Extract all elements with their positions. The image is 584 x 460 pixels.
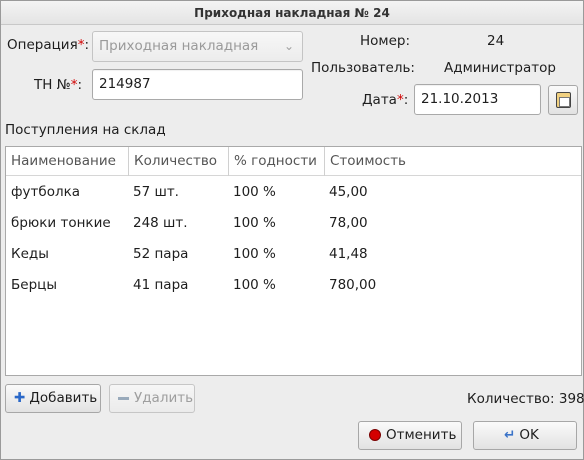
table-row[interactable]: футболка 57 шт. 100 % 45,00: [6, 177, 581, 208]
column-header-condition[interactable]: % годности: [228, 147, 324, 176]
cell-quantity: 52 пара: [133, 246, 189, 262]
date-label-text: Дата: [362, 92, 397, 108]
cell-cost: 780,00: [329, 277, 377, 293]
chevron-down-icon: ⌄: [283, 39, 294, 53]
required-mark: *: [396, 92, 404, 108]
operation-combo[interactable]: Приходная накладная ⌄: [92, 31, 303, 62]
invoice-dialog: Приходная накладная № 24 Операция*: Прих…: [0, 0, 584, 460]
operation-label-text: Операция: [7, 37, 78, 53]
user-value: Администратор: [444, 60, 556, 76]
enter-arrow-icon: ↵: [504, 427, 516, 443]
number-value: 24: [487, 33, 505, 49]
cell-quantity: 41 пара: [133, 277, 189, 293]
date-label: Дата*:: [362, 92, 409, 108]
minus-icon: [118, 396, 129, 400]
required-mark: *: [77, 37, 85, 53]
column-header-quantity[interactable]: Количество: [128, 147, 228, 176]
column-header-name[interactable]: Наименование: [6, 147, 128, 176]
cell-quantity: 57 шт.: [133, 184, 179, 200]
delete-button[interactable]: Удалить: [109, 384, 195, 413]
cell-cost: 78,00: [329, 215, 368, 231]
ok-button[interactable]: ↵ OK: [473, 421, 577, 450]
date-input[interactable]: 21.10.2013: [414, 84, 541, 115]
cell-name: брюки тонкие: [11, 215, 111, 231]
plus-icon: ✚: [14, 390, 26, 406]
item-count: Количество: 398: [467, 391, 584, 407]
delete-button-label: Удалить: [134, 390, 194, 406]
cell-name: Берцы: [11, 277, 57, 293]
tn-number-input[interactable]: 214987: [92, 69, 303, 100]
column-header-cost[interactable]: Стоимость: [324, 147, 581, 176]
table-row[interactable]: Кеды 52 пара 100 % 41,48: [6, 239, 581, 270]
window-title: Приходная накладная № 24: [1, 1, 583, 25]
cell-name: футболка: [11, 184, 81, 200]
cell-cost: 41,48: [329, 246, 368, 262]
cell-condition: 100 %: [233, 277, 276, 293]
cell-quantity: 248 шт.: [133, 215, 188, 231]
receipts-table[interactable]: Наименование Количество % годности Стоим…: [5, 146, 582, 376]
tn-label-text: ТН №: [34, 77, 71, 93]
cancel-button-label: Отменить: [386, 427, 457, 443]
cell-condition: 100 %: [233, 184, 276, 200]
add-button[interactable]: ✚ Добавить: [5, 384, 101, 413]
cell-name: Кеды: [11, 246, 49, 262]
required-mark: *: [70, 77, 78, 93]
operation-combo-value: Приходная накладная: [99, 38, 259, 54]
table-row[interactable]: брюки тонкие 248 шт. 100 % 78,00: [6, 208, 581, 239]
stop-icon: [369, 429, 381, 441]
table-row[interactable]: Берцы 41 пара 100 % 780,00: [6, 270, 581, 301]
tn-label: ТН №*:: [34, 77, 83, 93]
user-label: Пользователь:: [311, 60, 415, 76]
cancel-button[interactable]: Отменить: [358, 421, 462, 450]
section-title: Поступления на склад: [5, 122, 166, 138]
operation-label: Операция*:: [7, 37, 89, 53]
table-header: Наименование Количество % годности Стоим…: [6, 147, 581, 176]
ok-button-label: OK: [519, 427, 539, 443]
cell-condition: 100 %: [233, 215, 276, 231]
number-label: Номер:: [360, 33, 411, 49]
cell-condition: 100 %: [233, 246, 276, 262]
cell-cost: 45,00: [329, 184, 368, 200]
add-button-label: Добавить: [29, 390, 98, 406]
calendar-icon: [556, 92, 571, 108]
calendar-button[interactable]: [548, 85, 578, 115]
